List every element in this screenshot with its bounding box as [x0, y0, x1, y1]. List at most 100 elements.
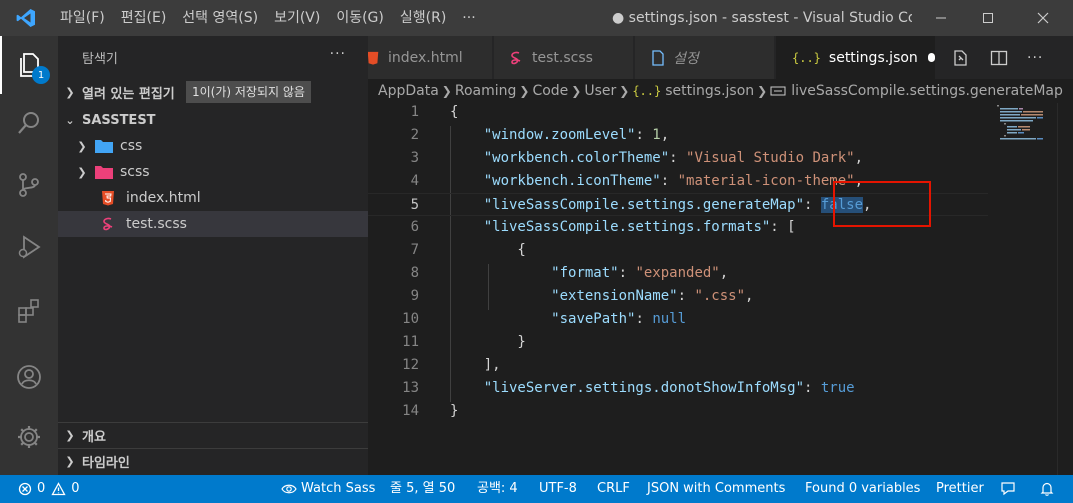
timeline-section[interactable]: ❯ 타임라인	[58, 448, 368, 474]
prettier-indicator[interactable]: Prettier	[936, 475, 984, 503]
code-line[interactable]: 8 "format": "expanded",	[368, 262, 988, 285]
minimize-button[interactable]	[918, 0, 964, 36]
code-line[interactable]: 9 "extensionName": ".css",	[368, 285, 988, 308]
tab-settings-json[interactable]: {..} settings.json	[776, 36, 936, 79]
breadcrumb-item[interactable]: liveSassCompile.settings.generateMap	[791, 83, 1063, 99]
code-line[interactable]: 2 "window.zoomLevel": 1,	[368, 124, 988, 147]
tree-file-test-scss[interactable]: test.scss	[58, 211, 368, 237]
code-token: {	[450, 104, 459, 120]
code-token: :	[804, 197, 821, 213]
indentation[interactable]: 공백: 4	[477, 475, 518, 503]
outline-label: 개요	[82, 430, 106, 445]
more-actions-icon[interactable]: ···	[1027, 50, 1043, 66]
code-text: }	[450, 400, 458, 423]
code-token: "material-icon-theme"	[677, 173, 855, 189]
cursor-position[interactable]: 줄 5, 열 50	[390, 475, 455, 503]
tab-index-html[interactable]: index.html	[368, 36, 493, 79]
explorer-header: 탐색기 ···	[58, 36, 368, 79]
code-token: "window.zoomLevel"	[483, 127, 636, 143]
code-line[interactable]: 14}	[368, 400, 988, 423]
chevron-right-icon: ❯	[519, 84, 530, 98]
extensions-button[interactable]	[0, 282, 58, 340]
search-button[interactable]	[0, 94, 58, 152]
feedback-button[interactable]	[1000, 475, 1016, 503]
code-line[interactable]: 11 }	[368, 331, 988, 354]
folder-css-icon	[95, 140, 113, 153]
code-line[interactable]: 13 "liveServer.settings.donotShowInfoMsg…	[368, 377, 988, 400]
open-editors-section[interactable]: ❯ 열려 있는 편집기 1이(가) 저장되지 않음	[58, 79, 368, 105]
code-token: ,	[660, 127, 670, 143]
highlight-box	[833, 181, 931, 227]
manage-button[interactable]	[0, 408, 58, 466]
menu-run[interactable]: 실행(R)	[392, 0, 454, 36]
source-control-button[interactable]	[0, 156, 58, 214]
outline-section[interactable]: ❯ 개요	[58, 422, 368, 448]
split-editor-icon[interactable]	[989, 48, 1009, 68]
code-text: "liveSassCompile.settings.generateMap": …	[450, 194, 871, 217]
explorer-more-button[interactable]: ···	[330, 46, 346, 62]
menu-edit[interactable]: 편집(E)	[113, 0, 175, 36]
vertical-scrollbar[interactable]	[1057, 103, 1071, 475]
code-line[interactable]: 7 {	[368, 239, 988, 262]
watch-sass-button[interactable]: Watch Sass	[281, 475, 375, 503]
code-line[interactable]: 3 "workbench.colorTheme": "Visual Studio…	[368, 147, 988, 170]
breadcrumb-item[interactable]: AppData	[378, 83, 439, 99]
open-settings-ui-icon[interactable]	[951, 48, 971, 68]
encoding[interactable]: UTF-8	[539, 475, 577, 503]
menu-file[interactable]: 파일(F)	[52, 0, 113, 36]
line-number: 13	[402, 380, 419, 396]
code-line[interactable]: 1{	[368, 101, 988, 124]
menu-go[interactable]: 이동(G)	[328, 0, 392, 36]
tree-label: index.html	[126, 190, 201, 206]
menu-selection[interactable]: 선택 영역(S)	[174, 0, 266, 36]
tab-test-scss[interactable]: test.scss	[494, 36, 634, 79]
editor-tabs: index.html test.scss 설정 {..} settings.js…	[368, 36, 1073, 79]
tab-settings-ui[interactable]: 설정	[635, 36, 775, 79]
maximize-icon	[983, 13, 993, 23]
line-number: 8	[410, 265, 419, 281]
explorer-button[interactable]: 1	[0, 36, 58, 94]
menu-view[interactable]: 보기(V)	[266, 0, 328, 36]
maximize-button[interactable]	[965, 0, 1011, 36]
project-section[interactable]: ⌄ SASSTEST	[58, 107, 368, 133]
code-line[interactable]: 10 "savePath": null	[368, 308, 988, 331]
breadcrumb-item[interactable]: settings.json	[665, 83, 754, 99]
sass-icon	[511, 51, 521, 64]
tree-folder-scss[interactable]: ❯ scss	[58, 159, 368, 185]
breadcrumb-item[interactable]: Code	[532, 83, 568, 99]
code-token: "liveSassCompile.settings.generateMap"	[483, 197, 805, 213]
warning-icon	[51, 482, 66, 496]
code-text: "workbench.colorTheme": "Visual Studio D…	[450, 147, 863, 170]
breadcrumb-item[interactable]: User	[584, 83, 616, 99]
tree-file-index-html[interactable]: index.html	[58, 185, 368, 211]
notifications-button[interactable]	[1039, 475, 1055, 503]
code-text: "window.zoomLevel": 1,	[450, 124, 669, 147]
accounts-button[interactable]	[0, 348, 58, 406]
code-token: "Visual Studio Dark"	[686, 150, 855, 166]
chevron-right-icon: ❯	[77, 139, 87, 153]
unsaved-badge: 1이(가) 저장되지 않음	[186, 81, 311, 103]
code-token: "liveSassCompile.settings.formats"	[483, 219, 771, 235]
problems-indicator[interactable]: 0 0	[18, 475, 80, 503]
code-editor[interactable]: 1{2 "window.zoomLevel": 1, 3 "workbench.c…	[368, 103, 1073, 475]
variables-indicator[interactable]: Found 0 variables	[805, 475, 920, 503]
breadcrumb-item[interactable]: Roaming	[455, 83, 517, 99]
tab-label: 설정	[673, 50, 699, 67]
end-of-line[interactable]: CRLF	[597, 475, 630, 503]
unsaved-dot-icon[interactable]	[927, 53, 935, 62]
tree-folder-css[interactable]: ❯ css	[58, 133, 368, 159]
line-number: 7	[410, 242, 419, 258]
chevron-right-icon: ❯	[441, 84, 452, 98]
menu-more[interactable]: ···	[454, 0, 483, 36]
run-debug-button[interactable]	[0, 218, 58, 276]
close-window-button[interactable]	[1020, 0, 1066, 36]
chevron-right-icon: ❯	[77, 165, 87, 179]
minimap[interactable]	[995, 103, 1057, 143]
code-line[interactable]: 12 ],	[368, 354, 988, 377]
language-mode[interactable]: JSON with Comments	[647, 475, 785, 503]
timeline-label: 타임라인	[82, 456, 130, 471]
line-number: 10	[402, 311, 419, 327]
project-label: SASSTEST	[82, 112, 156, 128]
